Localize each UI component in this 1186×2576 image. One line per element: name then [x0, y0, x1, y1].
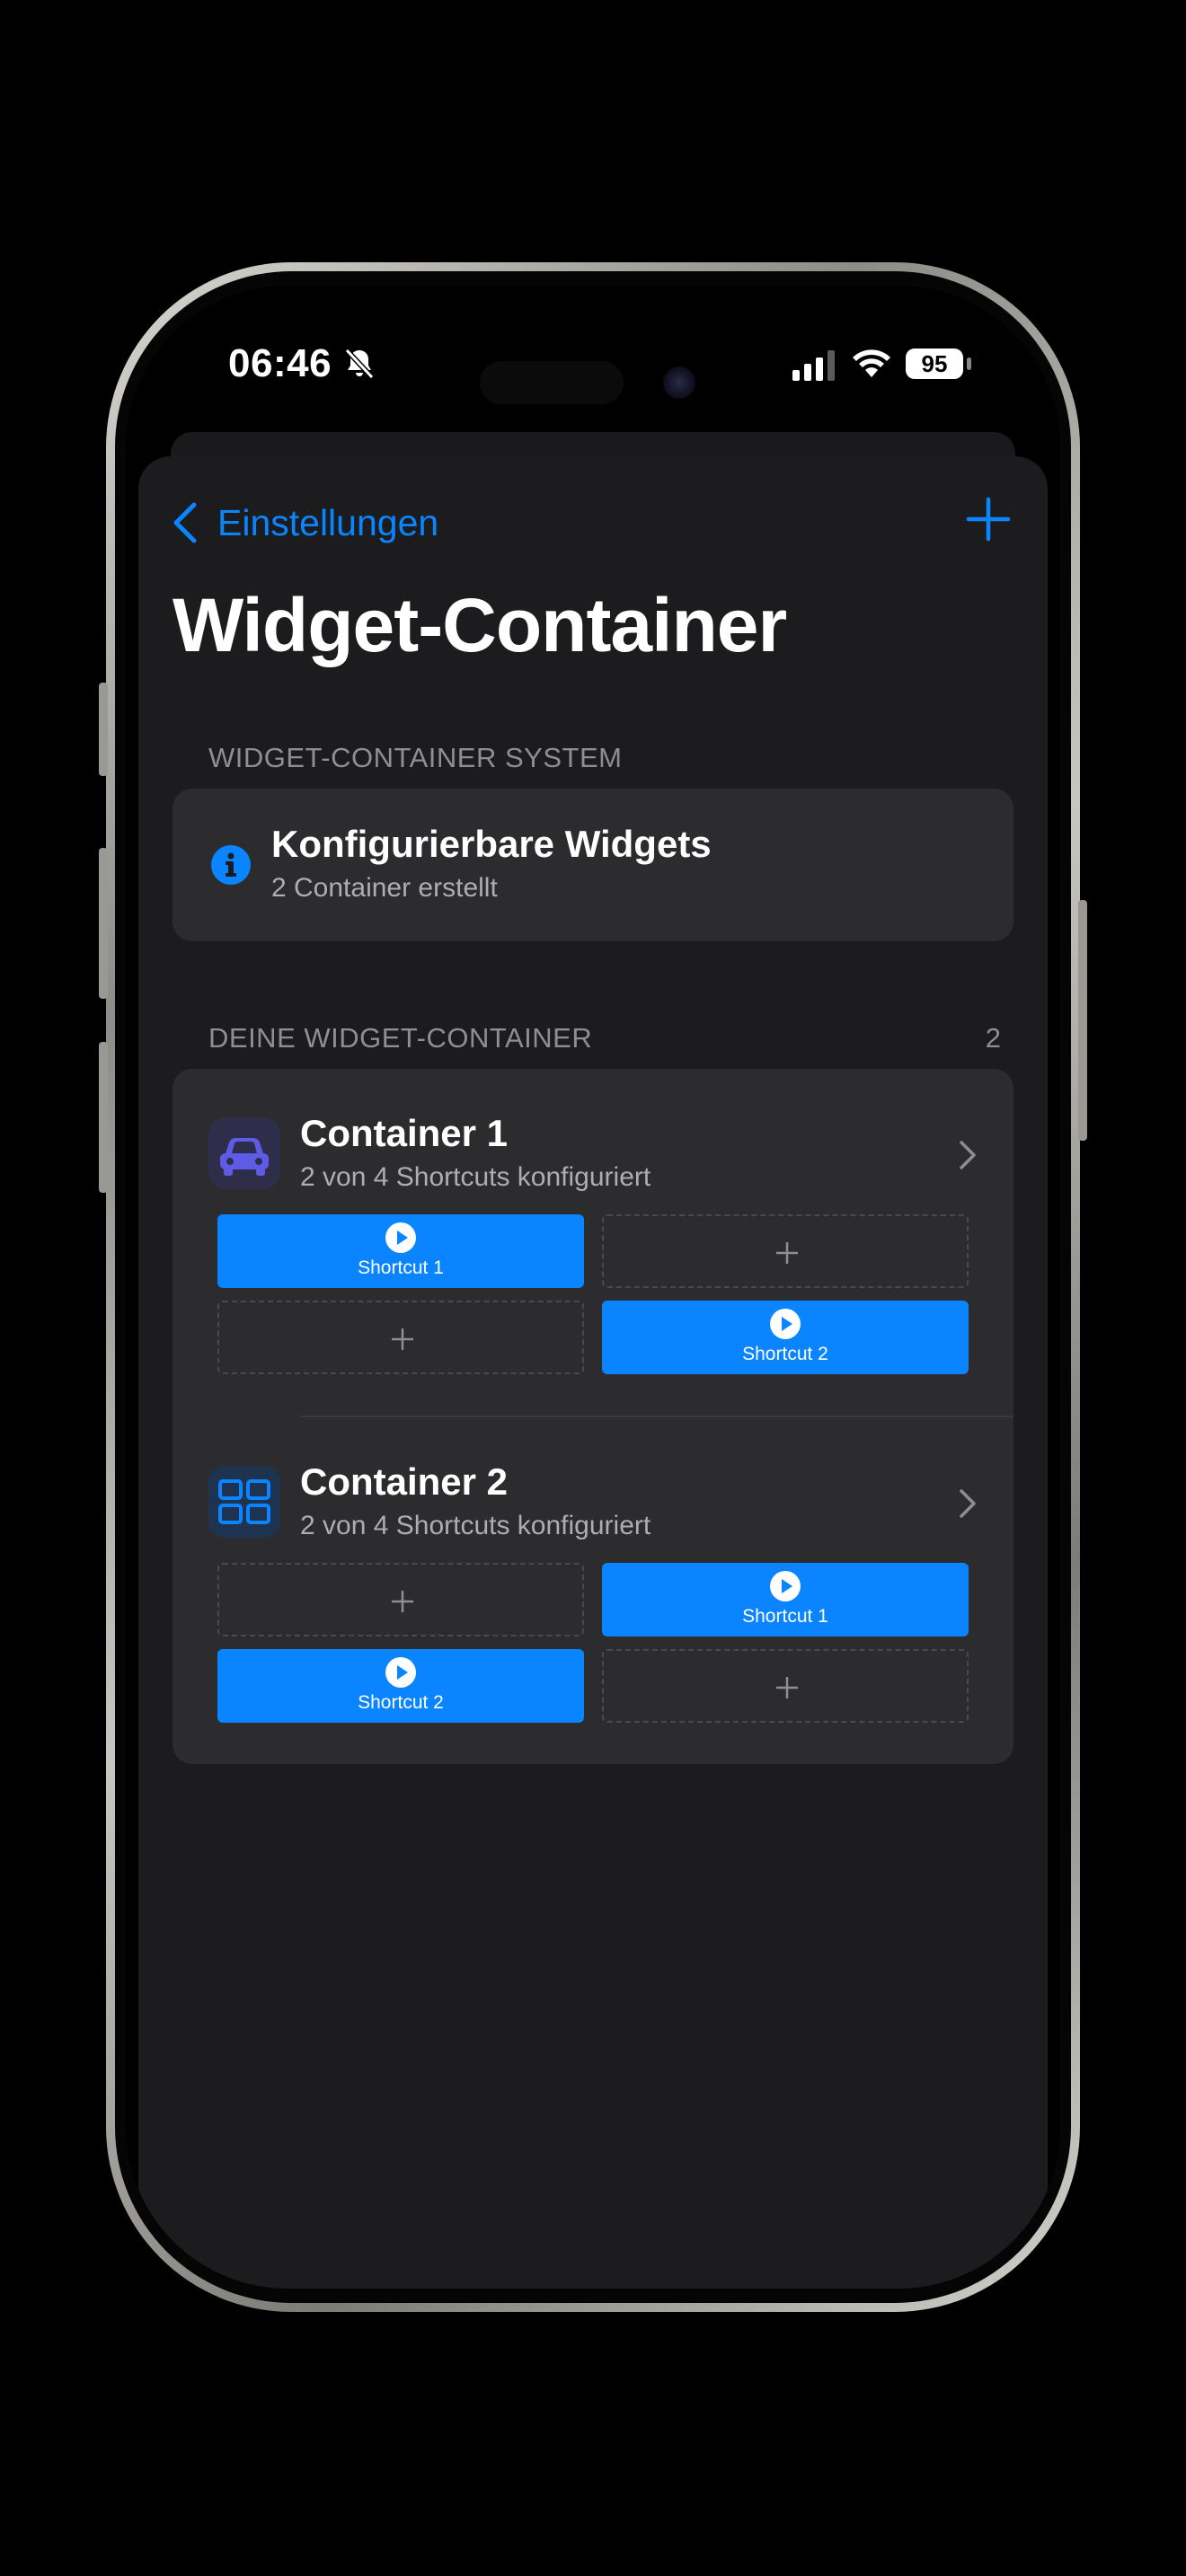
plus-icon — [392, 1328, 413, 1350]
info-subtitle: 2 Container erstellt — [271, 873, 498, 903]
section-header-system: WIDGET-CONTAINER SYSTEM — [208, 742, 623, 773]
play-icon — [770, 1309, 801, 1339]
add-button[interactable] — [965, 496, 1012, 543]
empty-slot[interactable] — [602, 1649, 969, 1723]
action-button — [99, 683, 108, 776]
wifi-icon — [853, 349, 890, 377]
grid-icon — [208, 1466, 280, 1538]
dynamic-island — [467, 343, 719, 420]
chevron-right-icon — [960, 1141, 976, 1169]
empty-slot[interactable] — [602, 1214, 969, 1288]
plus-icon — [392, 1591, 413, 1612]
info-icon — [211, 845, 251, 885]
battery-tip — [967, 357, 971, 370]
battery-level: 95 — [906, 348, 963, 379]
shortcut-label: Shortcut 1 — [358, 1257, 444, 1278]
chevron-right-icon — [960, 1489, 976, 1518]
row-divider — [300, 1416, 1013, 1417]
play-icon — [385, 1657, 416, 1688]
car-icon — [208, 1117, 280, 1189]
containers-card: Container 1 2 von 4 Shortcuts konfigurie… — [173, 1069, 1013, 1764]
plus-icon — [776, 1677, 798, 1698]
sheet: Einstellungen Widget-Container WIDGET-CO… — [138, 456, 1048, 2289]
back-button-label: Einstellungen — [217, 501, 439, 543]
info-title: Konfigurierbare Widgets — [271, 823, 712, 865]
island-sensor — [480, 361, 624, 404]
shortcut-label: Shortcut 1 — [742, 1606, 828, 1627]
shortcut-slot[interactable]: Shortcut 2 — [217, 1649, 584, 1723]
shortcut-label: Shortcut 2 — [742, 1344, 828, 1364]
container-title: Container 1 — [300, 1112, 509, 1154]
container-title: Container 2 — [300, 1460, 509, 1503]
screen: 06:46 95 Einstellungen Widget-Container … — [126, 286, 1060, 2289]
cellular-signal-icon — [792, 350, 835, 381]
container-subtitle: 2 von 4 Shortcuts konfiguriert — [300, 1162, 651, 1192]
chevron-left-icon — [173, 502, 197, 543]
containers-count: 2 — [985, 1022, 1001, 1054]
bell-slash-icon — [344, 348, 375, 380]
play-icon — [385, 1222, 416, 1253]
shortcut-slot[interactable]: Shortcut 1 — [217, 1214, 584, 1288]
page-title: Widget-Container — [173, 583, 787, 667]
front-camera — [663, 366, 695, 399]
info-card: Konfigurierbare Widgets 2 Container erst… — [173, 789, 1013, 941]
back-button[interactable]: Einstellungen — [171, 496, 438, 550]
container-subtitle: 2 von 4 Shortcuts konfiguriert — [300, 1511, 651, 1540]
shortcut-slot[interactable]: Shortcut 1 — [602, 1563, 969, 1636]
status-time: 06:46 — [228, 341, 332, 385]
section-header-containers: DEINE WIDGET-CONTAINER — [208, 1022, 593, 1054]
volume-up-button — [99, 848, 108, 999]
play-icon — [770, 1571, 801, 1601]
shortcut-slot[interactable]: Shortcut 2 — [602, 1301, 969, 1374]
empty-slot[interactable] — [217, 1301, 584, 1374]
plus-icon — [776, 1242, 798, 1264]
volume-down-button — [99, 1042, 108, 1193]
empty-slot[interactable] — [217, 1563, 584, 1636]
shortcut-label: Shortcut 2 — [358, 1692, 444, 1713]
power-button — [1078, 900, 1087, 1141]
